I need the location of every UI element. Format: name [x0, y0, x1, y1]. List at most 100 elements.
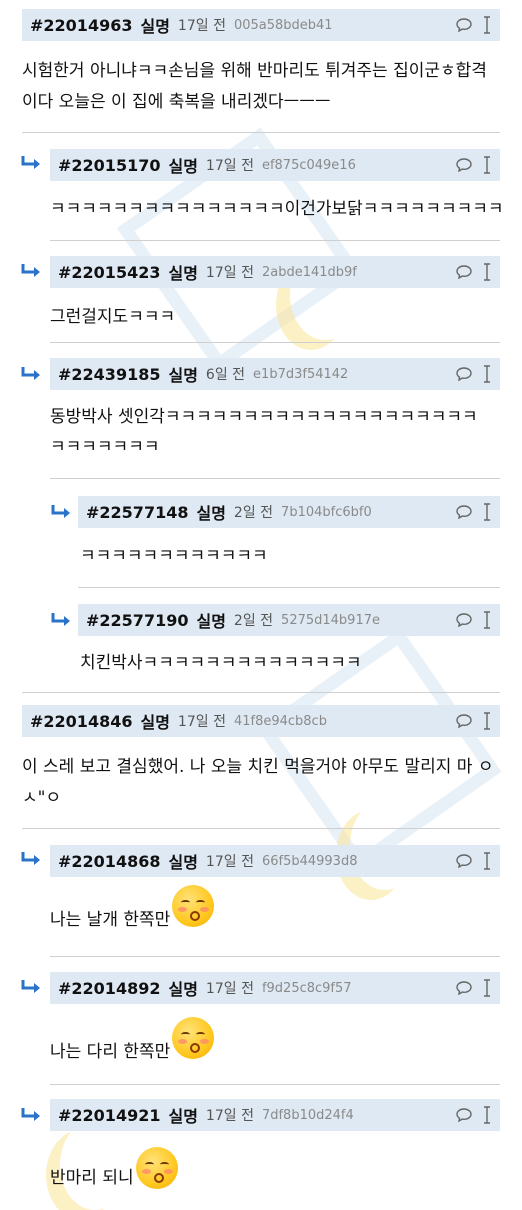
comment-header: #22439185 실명 6일 전 e1b7d3f54142 [50, 358, 500, 390]
comment-author: 실명 [168, 264, 198, 283]
speech-bubble-icon[interactable] [456, 854, 472, 868]
vertical-ellipsis-icon[interactable] [482, 611, 492, 629]
comment-hash: ef875c049e16 [261, 157, 356, 173]
watermark-logo: □ [62, 62, 394, 407]
divider [50, 1084, 500, 1085]
comment-body-line: 반마리 되니 [50, 1168, 134, 1188]
comment-id[interactable]: #22577190 [78, 611, 188, 630]
comment-header: #22014921 실명 17일 전 7df8b10d24f4 [50, 1099, 500, 1131]
comment-header: #22015170 실명 17일 전 ef875c049e16 [50, 149, 500, 181]
speech-bubble-icon[interactable] [456, 265, 472, 279]
comment-header: #22015423 실명 17일 전 2abde141db9f [50, 256, 500, 288]
comment-hash: e1b7d3f54142 [253, 366, 349, 382]
comment-body-line: 시험한거 아니냐ㅋㅋ손님을 위해 반마리도 튀겨주는 집이군ㅎ합격 [22, 61, 487, 81]
comment-author: 실명 [140, 17, 170, 36]
comment-date: 17일 전 [205, 854, 254, 870]
comment-author: 실명 [168, 157, 198, 176]
reply-arrow-icon [51, 505, 70, 518]
speech-bubble-icon[interactable] [456, 613, 472, 627]
comment-hash: 41f8e94cb8cb [233, 713, 327, 729]
vertical-ellipsis-icon[interactable] [482, 503, 492, 521]
vertical-ellipsis-icon[interactable] [482, 365, 492, 383]
divider [22, 692, 500, 693]
speech-bubble-icon[interactable] [456, 367, 472, 381]
comment-id[interactable]: #22015423 [50, 263, 160, 282]
speech-bubble-icon[interactable] [456, 1108, 472, 1122]
comment-body-line: 나는 날개 한쪽만 [50, 910, 171, 930]
speech-bubble-icon[interactable] [456, 714, 472, 728]
comment-author: 실명 [168, 1107, 198, 1126]
comment-id[interactable]: #22014846 [22, 712, 132, 731]
comment-hash: 2abde141db9f [261, 264, 357, 280]
comment-body: 반마리 되니 [50, 1147, 178, 1200]
comment-id[interactable]: #22014921 [50, 1106, 160, 1125]
comment-body-line: ㅋㅋㅋㅋㅋㅋㅋㅋㅋㅋㅋㅋ [80, 546, 268, 566]
comment-body-line: 나는 다리 한쪽만 [50, 1042, 171, 1062]
comment-header: #22014963 실명 17일 전 005a58bdeb41 [22, 9, 500, 41]
vertical-ellipsis-icon[interactable] [482, 1106, 492, 1124]
comment-id[interactable]: #22014892 [50, 979, 160, 998]
kissing-face-emoji-icon [172, 885, 215, 927]
comment-date: 17일 전 [177, 18, 226, 34]
vertical-ellipsis-icon[interactable] [482, 712, 492, 730]
comment-body: 나는 다리 한쪽만 [50, 1017, 215, 1074]
comment-date: 17일 전 [205, 158, 254, 174]
comment-date: 2일 전 [233, 505, 274, 521]
reply-arrow-icon [51, 613, 70, 626]
divider [78, 587, 500, 588]
divider [50, 240, 500, 241]
comment-id[interactable]: #22015170 [50, 156, 160, 175]
reply-arrow-icon [21, 264, 40, 277]
reply-arrow-icon [21, 156, 40, 169]
comment-hash: 005a58bdeb41 [233, 17, 333, 33]
speech-bubble-icon[interactable] [456, 18, 472, 32]
speech-bubble-icon[interactable] [456, 158, 472, 172]
comment-author: 실명 [140, 713, 170, 732]
vertical-ellipsis-icon[interactable] [482, 263, 492, 281]
comment-hash: f9d25c8c9f57 [261, 980, 352, 996]
comment-date: 17일 전 [205, 265, 254, 281]
comment-id[interactable]: #22014868 [50, 852, 160, 871]
kissing-face-emoji-icon [172, 1017, 215, 1059]
comment-hash: 5275d14b917e [281, 612, 380, 628]
vertical-ellipsis-icon[interactable] [482, 852, 492, 870]
comment-header: #22577190 실명 2일 전 5275d14b917e [78, 604, 500, 636]
comment-author: 실명 [168, 366, 198, 385]
comment-author: 실명 [196, 504, 226, 523]
reply-arrow-icon [21, 980, 40, 993]
comment-body-line: 치킨박사ㅋㅋㅋㅋㅋㅋㅋㅋㅋㅋㅋㅋㅋㅋ [80, 653, 362, 673]
comment-date: 2일 전 [233, 613, 274, 629]
comment-id[interactable]: #22439185 [50, 365, 160, 384]
comment-body-line: ㅅ"ㅇ [22, 788, 62, 808]
comment-date: 17일 전 [177, 714, 226, 730]
reply-arrow-icon [21, 367, 40, 380]
comment-body-line: 이 스레 보고 결심했어. 나 오늘 치킨 먹을거야 아무도 말리지 마 ㅇ [22, 757, 494, 777]
comment-id[interactable]: #22014963 [22, 16, 132, 35]
kissing-face-emoji-icon [135, 1147, 178, 1189]
comment-author: 실명 [168, 853, 198, 872]
divider [22, 132, 500, 133]
comment-author: 실명 [168, 980, 198, 999]
reply-arrow-icon [21, 852, 40, 865]
vertical-ellipsis-icon[interactable] [482, 16, 492, 34]
comment-header: #22014846 실명 17일 전 41f8e94cb8cb [22, 705, 500, 737]
comment-date: 6일 전 [205, 367, 246, 383]
comment-date: 17일 전 [205, 1108, 254, 1124]
comment-body-line: 동방박사 셋인각ㅋㅋㅋㅋㅋㅋㅋㅋㅋㅋㅋㅋㅋㅋㅋㅋㅋㅋㅋㅋ [50, 407, 478, 427]
divider [50, 478, 500, 479]
comment-id[interactable]: #22577148 [78, 503, 188, 522]
comment-hash: 7b104bfc6bf0 [281, 504, 372, 520]
vertical-ellipsis-icon[interactable] [482, 979, 492, 997]
speech-bubble-icon[interactable] [456, 505, 472, 519]
divider [50, 342, 500, 343]
comment-body-line: ㅋㅋㅋㅋㅋㅋㅋㅋㅋㅋㅋㅋㅋㅋㅋ이건가보닭ㅋㅋㅋㅋㅋㅋㅋㅋㅋ [50, 199, 504, 219]
comment-date: 17일 전 [205, 981, 254, 997]
divider [22, 828, 500, 829]
comment-header: #22014868 실명 17일 전 66f5b44993d8 [50, 845, 500, 877]
comment-hash: 7df8b10d24f4 [261, 1107, 354, 1123]
comment-body-line: 그런걸지도ㅋㅋㅋ [50, 307, 176, 327]
vertical-ellipsis-icon[interactable] [482, 156, 492, 174]
speech-bubble-icon[interactable] [456, 981, 472, 995]
comment-author: 실명 [196, 612, 226, 631]
divider [50, 956, 500, 957]
